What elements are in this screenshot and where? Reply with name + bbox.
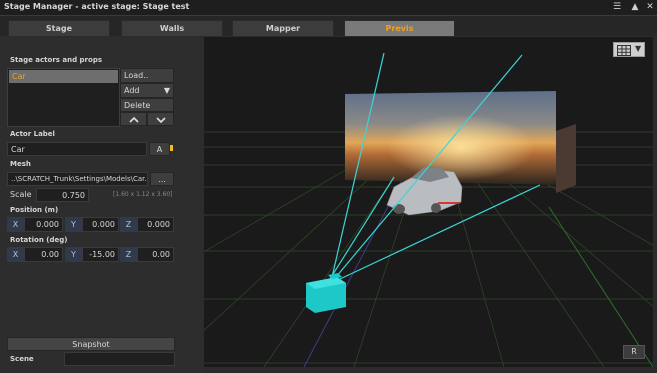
menu-icon[interactable]: ☰: [610, 1, 624, 14]
position-z-input[interactable]: 0.000: [137, 217, 174, 232]
side-wall: [556, 124, 576, 193]
rotation-x-input[interactable]: 0.00: [24, 247, 63, 262]
actors-label: Stage actors and props: [10, 56, 102, 64]
scale-label: Scale: [10, 190, 32, 199]
scene-label: Scene: [10, 355, 34, 363]
actors-list[interactable]: Car: [7, 68, 120, 127]
scale-input[interactable]: 0.750: [36, 188, 89, 202]
status-indicator: [170, 145, 173, 151]
caret-down-icon: ▼: [635, 44, 642, 53]
dimensions-readout: [1.60 x 1.12 x 3.60]: [113, 191, 173, 198]
previs-viewport[interactable]: ▼ R: [204, 37, 653, 367]
title-bar: Stage Manager - active stage: Stage test…: [0, 0, 657, 16]
chevron-up-icon: [128, 116, 139, 123]
viewport-scene: [204, 37, 653, 367]
actor-label-input[interactable]: Car: [7, 142, 147, 156]
scene-input[interactable]: [64, 352, 175, 366]
reset-button[interactable]: R: [623, 345, 645, 359]
sunset-glow: [345, 91, 556, 185]
snapshot-button[interactable]: Snapshot: [7, 337, 175, 351]
position-title: Position (m): [10, 206, 59, 214]
auto-label-button[interactable]: A: [149, 142, 170, 156]
rotation-x-label: X: [7, 247, 24, 262]
rotation-title: Rotation (deg): [10, 236, 68, 244]
chevron-down-icon: [155, 117, 166, 124]
load-button[interactable]: Load..: [120, 68, 174, 83]
rotation-z-input[interactable]: 0.00: [137, 247, 174, 262]
move-up-button[interactable]: [120, 112, 147, 126]
position-y-label: Y: [65, 217, 82, 232]
close-icon[interactable]: ✕: [643, 1, 657, 14]
grid-toggle-button[interactable]: ▼: [613, 42, 645, 57]
caret-down-icon: ▼: [163, 86, 170, 95]
rotation-y-input[interactable]: -15.00: [82, 247, 119, 262]
list-item[interactable]: Car: [9, 70, 118, 83]
position-z-label: Z: [120, 217, 137, 232]
maximize-icon[interactable]: ▲: [628, 1, 642, 14]
move-down-button[interactable]: [147, 112, 174, 126]
tab-walls[interactable]: Walls: [121, 20, 223, 37]
rotation-z-label: Z: [120, 247, 137, 262]
rotation-y-label: Y: [65, 247, 82, 262]
add-button[interactable]: Add ▼: [120, 83, 174, 98]
tab-stage[interactable]: Stage: [8, 20, 110, 37]
mesh-browse-button[interactable]: ...: [150, 172, 174, 186]
right-edge: [653, 37, 657, 373]
mesh-path-input[interactable]: ..\SCRATCH_Trunk\Settings\Models\Car.obj: [7, 172, 148, 186]
actor-label-title: Actor Label: [10, 130, 55, 138]
tab-previs[interactable]: Previs: [344, 20, 455, 37]
position-y-input[interactable]: 0.000: [82, 217, 119, 232]
tab-mapper[interactable]: Mapper: [232, 20, 334, 37]
grid-icon: [617, 45, 631, 56]
window-title: Stage Manager - active stage: Stage test: [4, 2, 190, 11]
delete-button[interactable]: Delete: [120, 98, 174, 112]
mesh-title: Mesh: [10, 160, 31, 168]
tab-bar: Stage Walls Mapper Previs: [0, 16, 657, 37]
position-x-input[interactable]: 0.000: [24, 217, 63, 232]
add-button-label: Add: [124, 86, 140, 95]
position-x-label: X: [7, 217, 24, 232]
